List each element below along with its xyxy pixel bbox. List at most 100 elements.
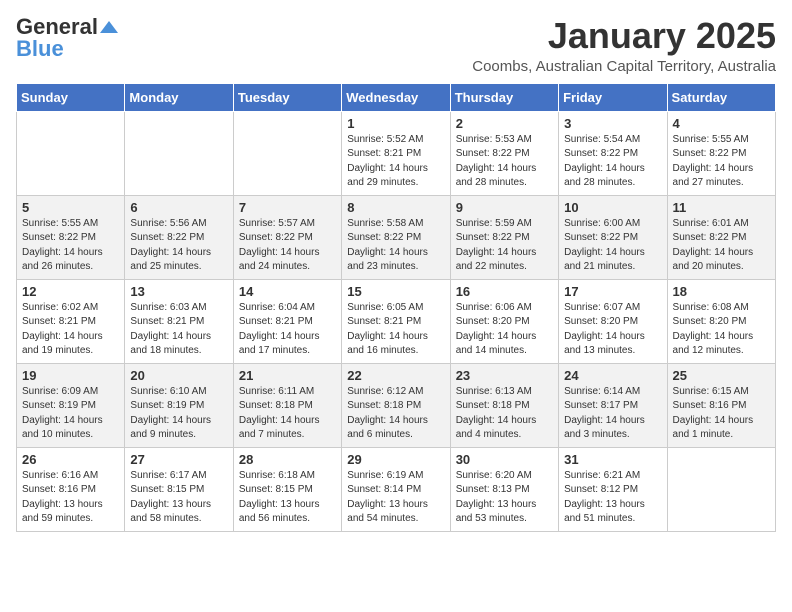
weekday-header-friday: Friday <box>559 83 667 111</box>
calendar-cell: 20 Sunrise: 6:10 AM Sunset: 8:19 PM Dayli… <box>125 363 233 447</box>
day-info: Sunrise: 5:53 AM Sunset: 8:22 PM Dayligh… <box>456 133 553 191</box>
day-info: Sunrise: 6:10 AM Sunset: 8:19 PM Dayligh… <box>130 385 227 443</box>
calendar-week-row: 12 Sunrise: 6:02 AM Sunset: 8:21 PM Dayli… <box>17 279 776 363</box>
calendar-cell <box>125 111 233 195</box>
weekday-header-wednesday: Wednesday <box>342 83 450 111</box>
calendar-cell: 29Sunrise: 6:19 AM Sunset: 8:14 PM Dayli… <box>342 447 450 531</box>
calendar-cell: 1 Sunrise: 5:52 AM Sunset: 8:21 PM Daylig… <box>342 111 450 195</box>
day-info: Sunrise: 6:15 AM Sunset: 8:16 PM Dayligh… <box>673 385 770 443</box>
weekday-header-saturday: Saturday <box>667 83 775 111</box>
day-info: Sunrise: 6:01 AM Sunset: 8:22 PM Dayligh… <box>673 217 770 275</box>
day-number: 12 <box>22 284 119 299</box>
day-number: 11 <box>673 200 770 215</box>
calendar-cell: 27Sunrise: 6:17 AM Sunset: 8:15 PM Dayli… <box>125 447 233 531</box>
day-number: 2 <box>456 116 553 131</box>
calendar-week-row: 1 Sunrise: 5:52 AM Sunset: 8:21 PM Daylig… <box>17 111 776 195</box>
logo-blue-text: Blue <box>16 38 64 60</box>
day-info: Sunrise: 6:13 AM Sunset: 8:18 PM Dayligh… <box>456 385 553 443</box>
day-info: Sunrise: 6:06 AM Sunset: 8:20 PM Dayligh… <box>456 301 553 359</box>
calendar-cell: 6 Sunrise: 5:56 AM Sunset: 8:22 PM Daylig… <box>125 195 233 279</box>
calendar-cell: 31Sunrise: 6:21 AM Sunset: 8:12 PM Dayli… <box>559 447 667 531</box>
day-info: Sunrise: 5:52 AM Sunset: 8:21 PM Dayligh… <box>347 133 444 191</box>
day-number: 23 <box>456 368 553 383</box>
weekday-header-sunday: Sunday <box>17 83 125 111</box>
day-info: Sunrise: 6:07 AM Sunset: 8:20 PM Dayligh… <box>564 301 661 359</box>
day-number: 15 <box>347 284 444 299</box>
day-number: 4 <box>673 116 770 131</box>
day-number: 25 <box>673 368 770 383</box>
day-info: Sunrise: 5:55 AM Sunset: 8:22 PM Dayligh… <box>22 217 119 275</box>
calendar-cell: 12 Sunrise: 6:02 AM Sunset: 8:21 PM Dayli… <box>17 279 125 363</box>
page-header: General Blue January 2025 Coombs, Austra… <box>16 16 776 75</box>
weekday-header-row: SundayMondayTuesdayWednesdayThursdayFrid… <box>17 83 776 111</box>
day-info: Sunrise: 5:58 AM Sunset: 8:22 PM Dayligh… <box>347 217 444 275</box>
calendar-cell: 14 Sunrise: 6:04 AM Sunset: 8:21 PM Dayli… <box>233 279 341 363</box>
calendar-cell: 13 Sunrise: 6:03 AM Sunset: 8:21 PM Dayli… <box>125 279 233 363</box>
day-number: 16 <box>456 284 553 299</box>
calendar-cell: 26Sunrise: 6:16 AM Sunset: 8:16 PM Dayli… <box>17 447 125 531</box>
calendar-cell: 25 Sunrise: 6:15 AM Sunset: 8:16 PM Dayli… <box>667 363 775 447</box>
calendar-week-row: 26Sunrise: 6:16 AM Sunset: 8:16 PM Dayli… <box>17 447 776 531</box>
day-info: Sunrise: 6:00 AM Sunset: 8:22 PM Dayligh… <box>564 217 661 275</box>
day-info: Sunrise: 6:04 AM Sunset: 8:21 PM Dayligh… <box>239 301 336 359</box>
day-number: 10 <box>564 200 661 215</box>
day-info: Sunrise: 6:05 AM Sunset: 8:21 PM Dayligh… <box>347 301 444 359</box>
day-number: 31 <box>564 452 661 467</box>
weekday-header-tuesday: Tuesday <box>233 83 341 111</box>
day-number: 24 <box>564 368 661 383</box>
calendar-cell: 21 Sunrise: 6:11 AM Sunset: 8:18 PM Dayli… <box>233 363 341 447</box>
calendar-cell <box>233 111 341 195</box>
day-number: 3 <box>564 116 661 131</box>
calendar-cell: 8 Sunrise: 5:58 AM Sunset: 8:22 PM Daylig… <box>342 195 450 279</box>
day-info: Sunrise: 6:03 AM Sunset: 8:21 PM Dayligh… <box>130 301 227 359</box>
day-info: Sunrise: 6:11 AM Sunset: 8:18 PM Dayligh… <box>239 385 336 443</box>
day-info: Sunrise: 5:56 AM Sunset: 8:22 PM Dayligh… <box>130 217 227 275</box>
day-number: 17 <box>564 284 661 299</box>
day-info: Sunrise: 6:09 AM Sunset: 8:19 PM Dayligh… <box>22 385 119 443</box>
location-title: Coombs, Australian Capital Territory, Au… <box>472 58 776 75</box>
calendar-cell: 23 Sunrise: 6:13 AM Sunset: 8:18 PM Dayli… <box>450 363 558 447</box>
day-number: 20 <box>130 368 227 383</box>
day-info: Sunrise: 5:59 AM Sunset: 8:22 PM Dayligh… <box>456 217 553 275</box>
day-number: 18 <box>673 284 770 299</box>
day-number: 6 <box>130 200 227 215</box>
day-number: 28 <box>239 452 336 467</box>
calendar-cell: 17 Sunrise: 6:07 AM Sunset: 8:20 PM Dayli… <box>559 279 667 363</box>
day-number: 13 <box>130 284 227 299</box>
day-info: Sunrise: 6:17 AM Sunset: 8:15 PM Dayligh… <box>130 469 227 527</box>
day-number: 26 <box>22 452 119 467</box>
calendar-cell: 7 Sunrise: 5:57 AM Sunset: 8:22 PM Daylig… <box>233 195 341 279</box>
day-number: 1 <box>347 116 444 131</box>
day-info: Sunrise: 6:20 AM Sunset: 8:13 PM Dayligh… <box>456 469 553 527</box>
day-info: Sunrise: 5:57 AM Sunset: 8:22 PM Dayligh… <box>239 217 336 275</box>
day-info: Sunrise: 6:18 AM Sunset: 8:15 PM Dayligh… <box>239 469 336 527</box>
day-number: 5 <box>22 200 119 215</box>
calendar-cell <box>667 447 775 531</box>
day-number: 21 <box>239 368 336 383</box>
calendar-cell: 5 Sunrise: 5:55 AM Sunset: 8:22 PM Daylig… <box>17 195 125 279</box>
title-block: January 2025 Coombs, Australian Capital … <box>472 16 776 75</box>
day-info: Sunrise: 6:08 AM Sunset: 8:20 PM Dayligh… <box>673 301 770 359</box>
day-number: 29 <box>347 452 444 467</box>
calendar-cell: 28 Sunrise: 6:18 AM Sunset: 8:15 PM Dayli… <box>233 447 341 531</box>
day-info: Sunrise: 5:54 AM Sunset: 8:22 PM Dayligh… <box>564 133 661 191</box>
calendar-cell: 4 Sunrise: 5:55 AM Sunset: 8:22 PM Daylig… <box>667 111 775 195</box>
day-number: 7 <box>239 200 336 215</box>
calendar-cell: 2 Sunrise: 5:53 AM Sunset: 8:22 PM Daylig… <box>450 111 558 195</box>
calendar-table: SundayMondayTuesdayWednesdayThursdayFrid… <box>16 83 776 532</box>
day-info: Sunrise: 6:02 AM Sunset: 8:21 PM Dayligh… <box>22 301 119 359</box>
day-number: 19 <box>22 368 119 383</box>
day-number: 8 <box>347 200 444 215</box>
weekday-header-monday: Monday <box>125 83 233 111</box>
logo-general-text: General <box>16 16 98 38</box>
calendar-cell: 10 Sunrise: 6:00 AM Sunset: 8:22 PM Dayli… <box>559 195 667 279</box>
day-number: 9 <box>456 200 553 215</box>
day-number: 22 <box>347 368 444 383</box>
logo-icon <box>100 18 118 36</box>
day-number: 14 <box>239 284 336 299</box>
calendar-cell: 9 Sunrise: 5:59 AM Sunset: 8:22 PM Daylig… <box>450 195 558 279</box>
calendar-cell: 3 Sunrise: 5:54 AM Sunset: 8:22 PM Daylig… <box>559 111 667 195</box>
day-info: Sunrise: 5:55 AM Sunset: 8:22 PM Dayligh… <box>673 133 770 191</box>
calendar-cell: 22Sunrise: 6:12 AM Sunset: 8:18 PM Dayli… <box>342 363 450 447</box>
day-info: Sunrise: 6:14 AM Sunset: 8:17 PM Dayligh… <box>564 385 661 443</box>
